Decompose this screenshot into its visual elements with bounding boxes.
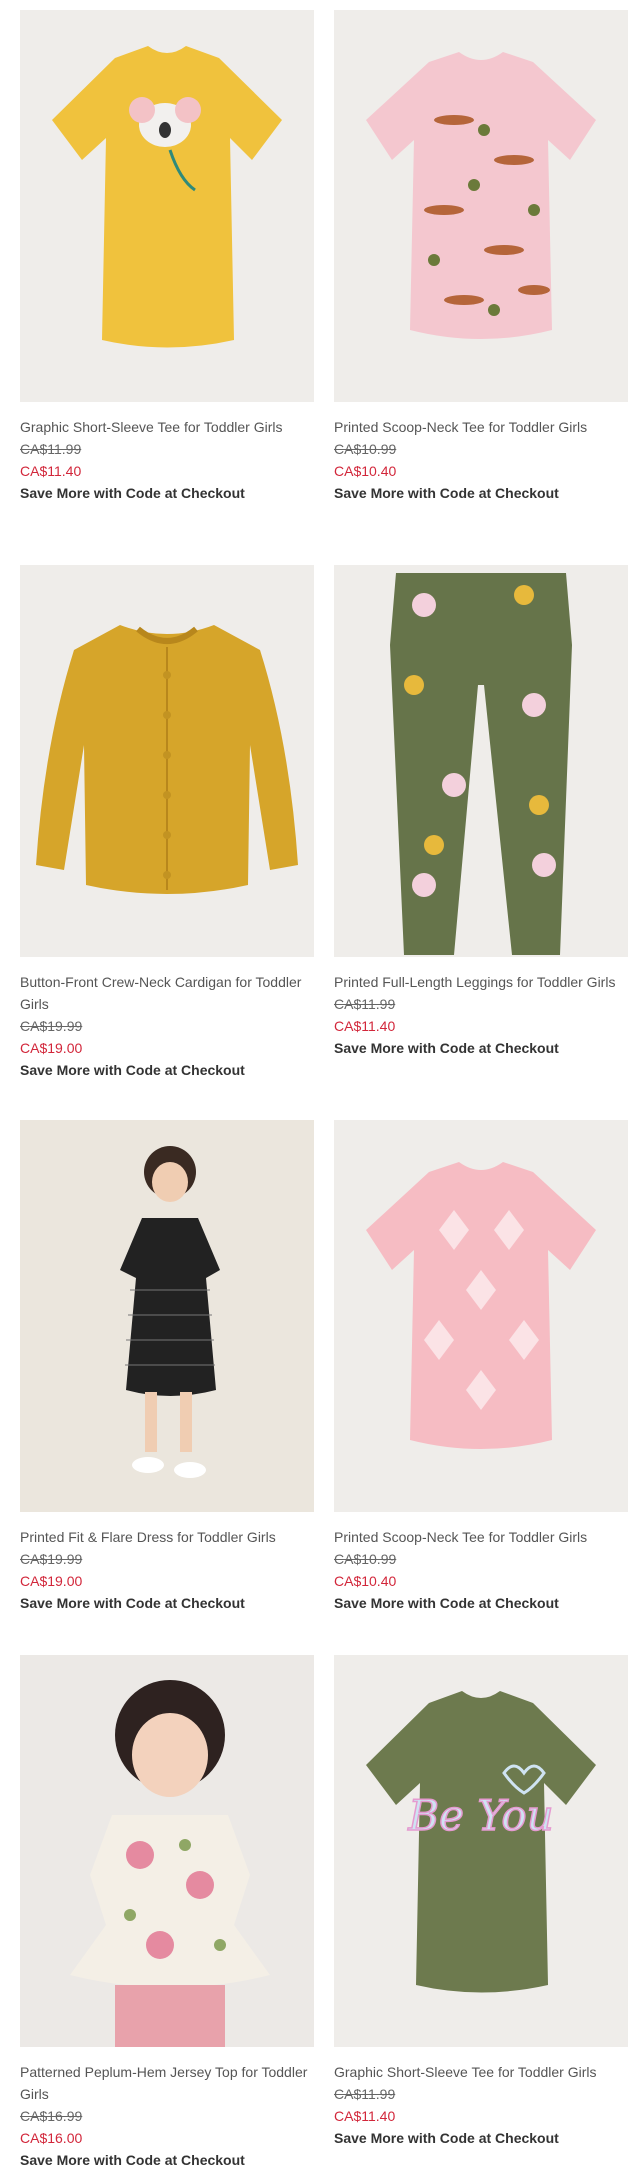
product-image[interactable] [20, 1655, 314, 2047]
product-name[interactable]: Graphic Short-Sleeve Tee for Toddler Gir… [334, 2061, 628, 2083]
sale-price: CA$11.40 [334, 1018, 396, 1034]
promo-text: Save More with Code at Checkout [20, 1062, 245, 1078]
original-price: CA$11.99 [20, 441, 82, 457]
sale-price: CA$19.00 [20, 1573, 83, 1589]
product-image[interactable] [334, 565, 628, 957]
sale-price: CA$11.40 [334, 2108, 396, 2124]
pink-leopard-tee-image [334, 10, 628, 402]
product-image[interactable] [20, 1120, 314, 1512]
black-dress-image [20, 1120, 314, 1512]
product-card[interactable]: Printed Full-Length Leggings for Toddler… [334, 565, 628, 1059]
product-name[interactable]: Graphic Short-Sleeve Tee for Toddler Gir… [20, 416, 314, 438]
product-card[interactable]: Printed Scoop-Neck Tee for Toddler Girls… [334, 1120, 628, 1614]
product-image[interactable] [334, 1120, 628, 1512]
promo-text: Save More with Code at Checkout [20, 1595, 245, 1611]
original-price: CA$19.99 [20, 1551, 83, 1567]
sale-price: CA$10.40 [334, 463, 397, 479]
product-name[interactable]: Button-Front Crew-Neck Cardigan for Todd… [20, 971, 314, 1015]
product-card[interactable]: Patterned Peplum-Hem Jersey Top for Todd… [20, 1655, 314, 2171]
product-name[interactable]: Printed Scoop-Neck Tee for Toddler Girls [334, 416, 628, 438]
original-price: CA$10.99 [334, 441, 397, 457]
olive-leggings-image [334, 565, 628, 957]
promo-text: Save More with Code at Checkout [334, 485, 559, 501]
original-price: CA$11.99 [334, 996, 396, 1012]
mustard-cardigan-image [20, 565, 314, 957]
promo-text: Save More with Code at Checkout [334, 1040, 559, 1056]
original-price: CA$11.99 [334, 2086, 396, 2102]
sale-price: CA$10.40 [334, 1573, 397, 1589]
original-price: CA$16.99 [20, 2108, 83, 2124]
original-price: CA$10.99 [334, 1551, 397, 1567]
promo-text: Save More with Code at Checkout [20, 2152, 245, 2168]
product-image[interactable]: Be You [334, 1655, 628, 2047]
promo-text: Save More with Code at Checkout [334, 2130, 559, 2146]
product-name[interactable]: Printed Full-Length Leggings for Toddler… [334, 971, 628, 993]
product-name[interactable]: Patterned Peplum-Hem Jersey Top for Todd… [20, 2061, 314, 2105]
pink-ikat-tee-image [334, 1120, 628, 1512]
product-image[interactable] [334, 10, 628, 402]
be-you-graphic: Be You [407, 1791, 553, 1840]
product-card[interactable]: Printed Fit & Flare Dress for Toddler Gi… [20, 1120, 314, 1614]
yellow-tee-image [20, 10, 314, 402]
sale-price: CA$11.40 [20, 463, 82, 479]
sale-price: CA$16.00 [20, 2130, 83, 2146]
product-name[interactable]: Printed Fit & Flare Dress for Toddler Gi… [20, 1526, 314, 1548]
sale-price: CA$19.00 [20, 1040, 83, 1056]
original-price: CA$19.99 [20, 1018, 83, 1034]
olive-tee-image: Be You [334, 1655, 628, 2047]
promo-text: Save More with Code at Checkout [334, 1595, 559, 1611]
product-card[interactable]: Button-Front Crew-Neck Cardigan for Todd… [20, 565, 314, 1081]
product-card[interactable]: Be You Graphic Short-Sleeve Tee for Todd… [334, 1655, 628, 2149]
floral-peplum-image [20, 1655, 314, 2047]
product-card[interactable]: Printed Scoop-Neck Tee for Toddler Girls… [334, 10, 628, 504]
promo-text: Save More with Code at Checkout [20, 485, 245, 501]
product-name[interactable]: Printed Scoop-Neck Tee for Toddler Girls [334, 1526, 628, 1548]
product-image[interactable] [20, 10, 314, 402]
product-image[interactable] [20, 565, 314, 957]
product-card[interactable]: Graphic Short-Sleeve Tee for Toddler Gir… [20, 10, 314, 504]
